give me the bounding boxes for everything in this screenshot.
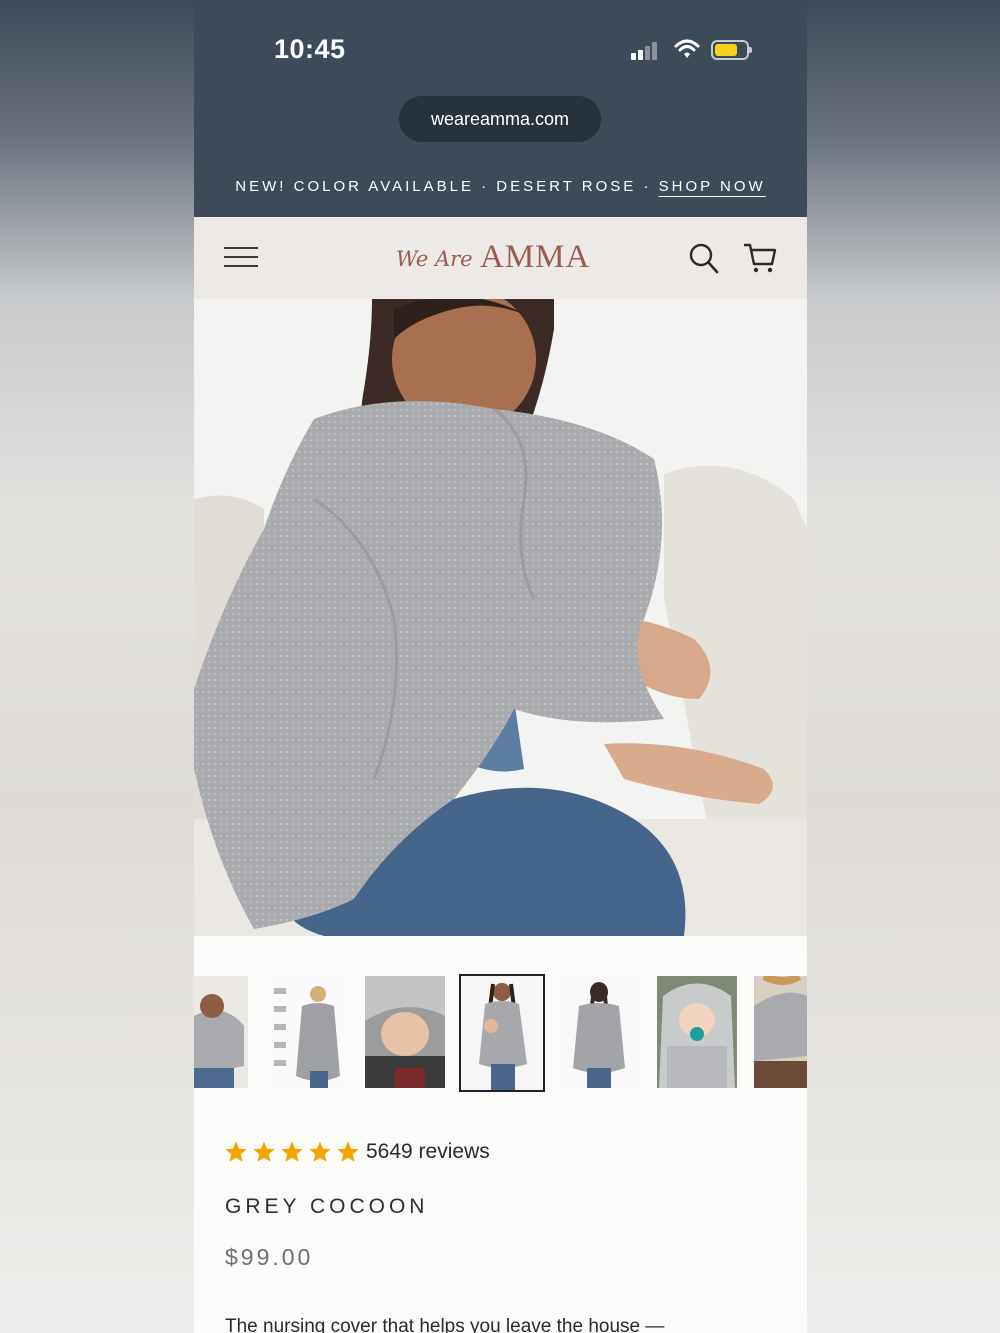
promo-text: NEW! COLOR AVAILABLE · DESERT ROSE · (235, 178, 652, 195)
status-time: 10:45 (274, 34, 346, 64)
reviews-count[interactable]: 5649 reviews (366, 1140, 490, 1164)
thumbnail-3[interactable] (365, 976, 445, 1088)
site-header: We Are AMMA (194, 217, 807, 299)
wifi-icon (674, 39, 700, 58)
thumbnail-2[interactable] (266, 976, 346, 1088)
phone-screen: 10:45 weareamma.com NEW! COLOR AVAILABLE… (194, 0, 807, 1333)
thumbnail-5[interactable] (559, 976, 639, 1088)
site-logo[interactable]: We Are AMMA (396, 239, 606, 279)
cellular-signal-icon (631, 40, 663, 60)
product-price: $99.00 (225, 1244, 314, 1270)
star-icon (253, 1141, 275, 1162)
logo-brand: AMMA (480, 239, 591, 275)
star-icon (309, 1141, 331, 1162)
product-title: GREY COCOON (225, 1195, 429, 1218)
thumbnail-1[interactable] (194, 976, 248, 1088)
product-rating[interactable]: 5649 reviews (224, 1137, 490, 1167)
shop-now-link[interactable]: SHOP NOW (659, 178, 766, 195)
cart-icon[interactable] (742, 240, 778, 276)
thumbnail-7[interactable] (754, 976, 807, 1088)
search-icon[interactable] (688, 241, 720, 275)
browser-chrome: 10:45 weareamma.com NEW! COLOR AVAILABLE… (194, 0, 807, 217)
thumbnail-6[interactable] (657, 976, 737, 1088)
address-bar[interactable]: weareamma.com (399, 96, 601, 142)
menu-icon[interactable] (224, 245, 258, 269)
star-icon (337, 1141, 359, 1162)
thumbnail-4-selected[interactable] (459, 974, 545, 1092)
product-main-image[interactable] (194, 299, 807, 936)
battery-icon (711, 40, 752, 60)
logo-script: We Are (396, 247, 473, 271)
star-icon (281, 1141, 303, 1162)
star-icon (225, 1141, 247, 1162)
product-description: The nursing cover that helps you leave t… (225, 1316, 665, 1333)
thumbnail-strip (194, 974, 807, 1092)
promo-banner: NEW! COLOR AVAILABLE · DESERT ROSE · SHO… (194, 178, 807, 195)
